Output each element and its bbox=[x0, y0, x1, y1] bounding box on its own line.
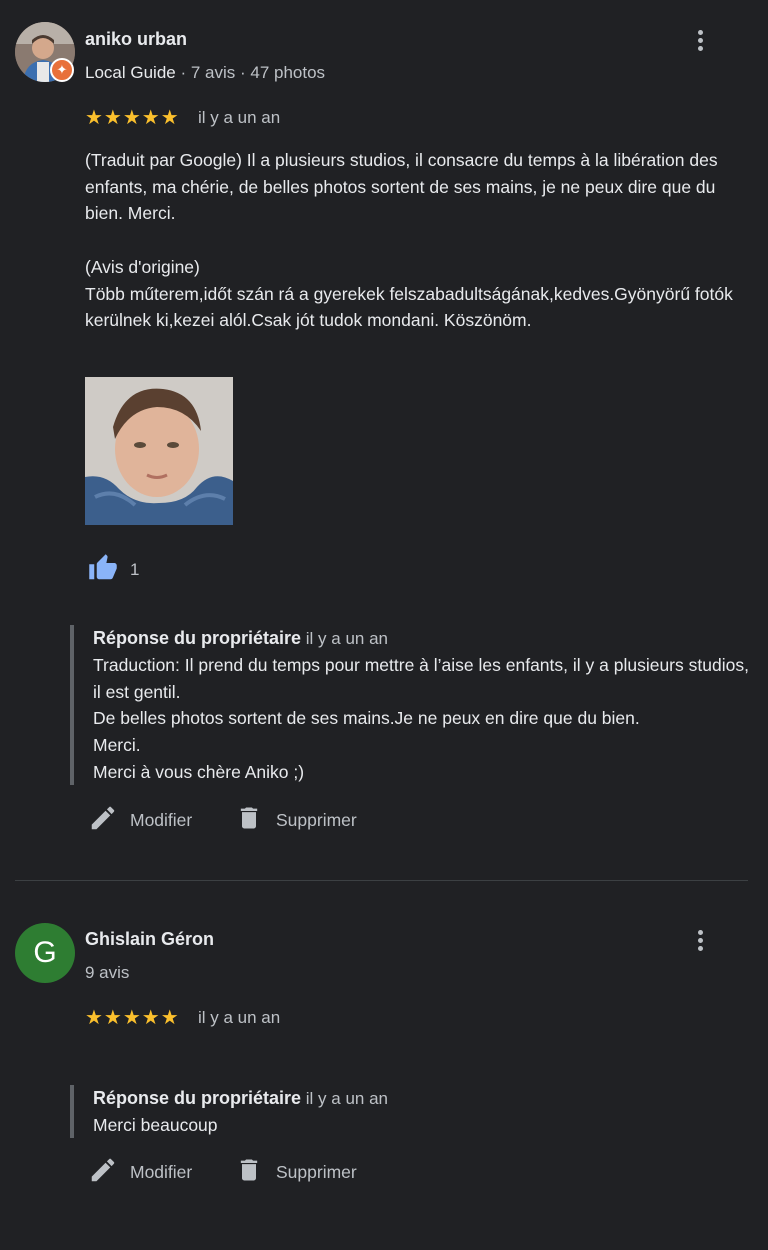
edit-button[interactable]: Modifier bbox=[88, 1155, 203, 1189]
reviewer-meta: Local Guide · 7 avis · 47 photos bbox=[85, 63, 325, 83]
edit-label: Modifier bbox=[130, 1162, 193, 1182]
delete-label: Supprimer bbox=[276, 1162, 357, 1182]
reply-date: il y a un an bbox=[305, 1089, 389, 1108]
reply-header: Réponse du propriétaire il y a un an bbox=[93, 625, 750, 652]
edit-label: Modifier bbox=[130, 810, 193, 830]
local-guide-label: Local Guide bbox=[85, 63, 176, 82]
review-photo[interactable] bbox=[85, 377, 233, 525]
review-divider bbox=[15, 880, 748, 881]
reviewer-avatar[interactable]: G bbox=[15, 923, 75, 983]
reply-label: Réponse du propriétaire bbox=[93, 628, 302, 648]
reviewer-name[interactable]: Ghislain Géron bbox=[85, 929, 214, 950]
owner-reply: Réponse du propriétaire il y a un an Mer… bbox=[70, 1085, 750, 1138]
review-text: (Traduit par Google) Il a plusieurs stud… bbox=[85, 150, 733, 331]
like-count: 1 bbox=[130, 560, 140, 579]
thumb-up-icon bbox=[89, 554, 117, 580]
reply-text: Traduction: Il prend du temps pour mettr… bbox=[93, 655, 749, 782]
review-photo-image bbox=[85, 377, 233, 525]
edit-icon bbox=[91, 806, 115, 830]
more-vert-icon[interactable] bbox=[690, 27, 710, 57]
reply-date: il y a un an bbox=[305, 629, 389, 648]
reviewer-name[interactable]: aniko urban bbox=[85, 29, 187, 50]
delete-icon bbox=[240, 807, 258, 829]
review-date: il y a un an bbox=[198, 1008, 281, 1027]
reply-label: Réponse du propriétaire bbox=[93, 1088, 302, 1108]
edit-icon bbox=[91, 1158, 115, 1182]
review-card: ✦ aniko urban Local Guide · 7 avis · 47 … bbox=[0, 0, 768, 870]
more-vert-icon[interactable] bbox=[690, 927, 710, 957]
reply-header: Réponse du propriétaire il y a un an bbox=[93, 1085, 750, 1112]
like-button[interactable] bbox=[85, 553, 121, 588]
reviewer-meta: 9 avis bbox=[85, 963, 130, 982]
reviewer-stats: · 7 avis · 47 photos bbox=[175, 63, 326, 82]
owner-reply: Réponse du propriétaire il y a un an Tra… bbox=[70, 625, 750, 785]
star-rating: ★★★★★ bbox=[85, 107, 180, 129]
local-guide-badge-icon: ✦ bbox=[50, 58, 74, 82]
delete-button[interactable]: Supprimer bbox=[235, 1155, 375, 1189]
delete-icon bbox=[240, 1159, 258, 1181]
reply-text: Merci beaucoup bbox=[93, 1115, 218, 1135]
edit-button[interactable]: Modifier bbox=[88, 803, 203, 837]
star-rating: ★★★★★ bbox=[85, 1007, 180, 1029]
review-card: G Ghislain Géron 9 avis ★★★★★ il y a un … bbox=[0, 900, 768, 1200]
delete-label: Supprimer bbox=[276, 810, 357, 830]
delete-button[interactable]: Supprimer bbox=[235, 803, 375, 837]
review-date: il y a un an bbox=[198, 108, 281, 127]
